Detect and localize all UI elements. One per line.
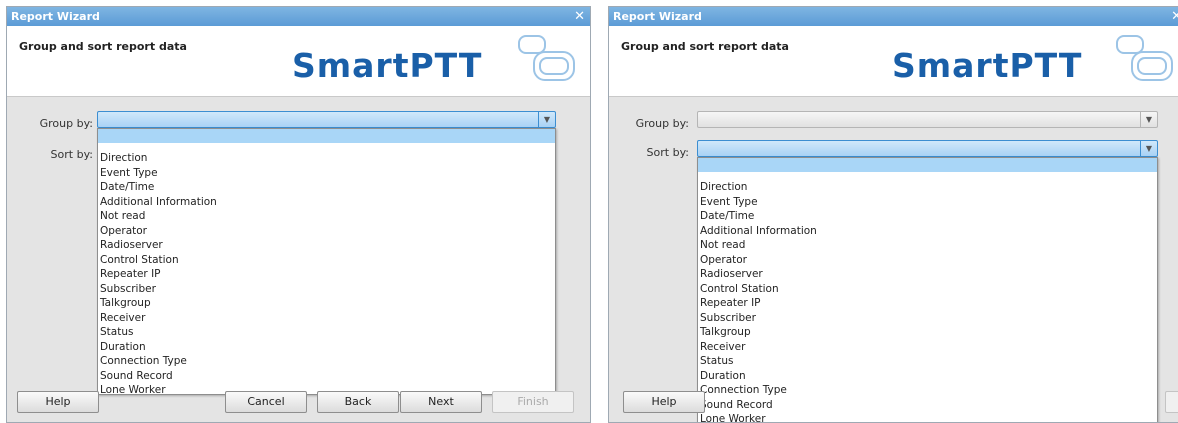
back-button[interactable]: Back [317,391,399,413]
list-item[interactable]: Sound Record [698,398,1157,413]
list-item[interactable]: Connection Type [98,354,555,369]
list-item[interactable]: Subscriber [698,311,1157,326]
report-wizard-window-sort: Report Wizard ✕ Group and sort report da… [608,6,1178,423]
list-item[interactable]: Additional Information [98,195,555,210]
list-item[interactable]: Date/Time [98,180,555,195]
list-item[interactable]: Connection Type [698,383,1157,398]
chevron-down-icon[interactable]: ▼ [538,112,555,127]
list-item[interactable]: Direction [98,151,555,166]
sort-by-label: Sort by: [646,146,689,159]
next-button[interactable]: Next [400,391,482,413]
help-button[interactable]: Help [623,391,705,413]
logo-icon [1116,35,1173,81]
sort-by-combobox[interactable]: ▼ [697,140,1158,157]
wizard-header: Group and sort report data SmartPTT [7,26,590,97]
list-item[interactable]: Control Station [698,282,1157,297]
list-item[interactable]: Lone Worker [698,412,1157,422]
list-item[interactable]: Talkgroup [698,325,1157,340]
list-item[interactable]: Duration [98,340,555,355]
sort-by-label: Sort by: [50,148,93,161]
list-item[interactable]: Status [98,325,555,340]
close-icon[interactable]: ✕ [574,7,585,26]
list-item[interactable]: Control Station [98,253,555,268]
help-button[interactable]: Help [17,391,99,413]
window-title: Report Wizard [11,10,100,23]
list-item[interactable]: Operator [698,253,1157,268]
list-item[interactable]: Sound Record [98,369,555,384]
group-by-combobox[interactable]: ▼ [97,111,556,128]
chevron-down-icon[interactable]: ▼ [1140,112,1157,127]
list-item[interactable]: Event Type [98,166,555,181]
page-title: Group and sort report data [621,40,789,53]
report-wizard-window-group: Report Wizard ✕ Group and sort report da… [6,6,591,423]
list-item[interactable]: Talkgroup [98,296,555,311]
group-by-label: Group by: [39,117,93,130]
page-title: Group and sort report data [19,40,187,53]
list-item[interactable]: Repeater IP [698,296,1157,311]
list-item[interactable]: Direction [698,180,1157,195]
close-icon[interactable]: ✕ [1171,7,1178,26]
cancel-button[interactable]: Cancel [225,391,307,413]
list-item[interactable]: Radioserver [98,238,555,253]
title-bar: Report Wizard ✕ [609,7,1178,26]
group-by-combobox[interactable]: ▼ [697,111,1158,128]
list-item[interactable]: Event Type [698,195,1157,210]
list-item[interactable]: Radioserver [698,267,1157,282]
chevron-down-icon[interactable]: ▼ [1140,141,1157,156]
list-item[interactable]: Receiver [98,311,555,326]
title-bar: Report Wizard ✕ [7,7,590,26]
list-item[interactable]: Duration [698,369,1157,384]
logo: SmartPTT [892,46,1083,85]
list-item[interactable]: Date/Time [698,209,1157,224]
logo-icon [518,35,575,81]
list-item[interactable]: Status [698,354,1157,369]
group-by-dropdown-list: Direction Event Type Date/Time Additiona… [97,128,556,396]
window-title: Report Wizard [613,10,702,23]
empty-option[interactable] [698,158,1157,172]
group-by-label: Group by: [635,117,689,130]
list-item[interactable]: Operator [98,224,555,239]
list-item[interactable]: Additional Information [698,224,1157,239]
finish-button[interactable]: Finish [492,391,574,413]
wizard-header: Group and sort report data SmartPTT [609,26,1178,97]
list-item[interactable]: Subscriber [98,282,555,297]
finish-button-partial[interactable] [1165,391,1178,413]
sort-by-dropdown-list: Direction Event Type Date/Time Additiona… [697,157,1158,422]
empty-option[interactable] [98,129,555,143]
list-item[interactable]: Not read [98,209,555,224]
list-item[interactable]: Receiver [698,340,1157,355]
list-item[interactable]: Repeater IP [98,267,555,282]
list-item[interactable]: Not read [698,238,1157,253]
logo: SmartPTT [292,46,483,85]
